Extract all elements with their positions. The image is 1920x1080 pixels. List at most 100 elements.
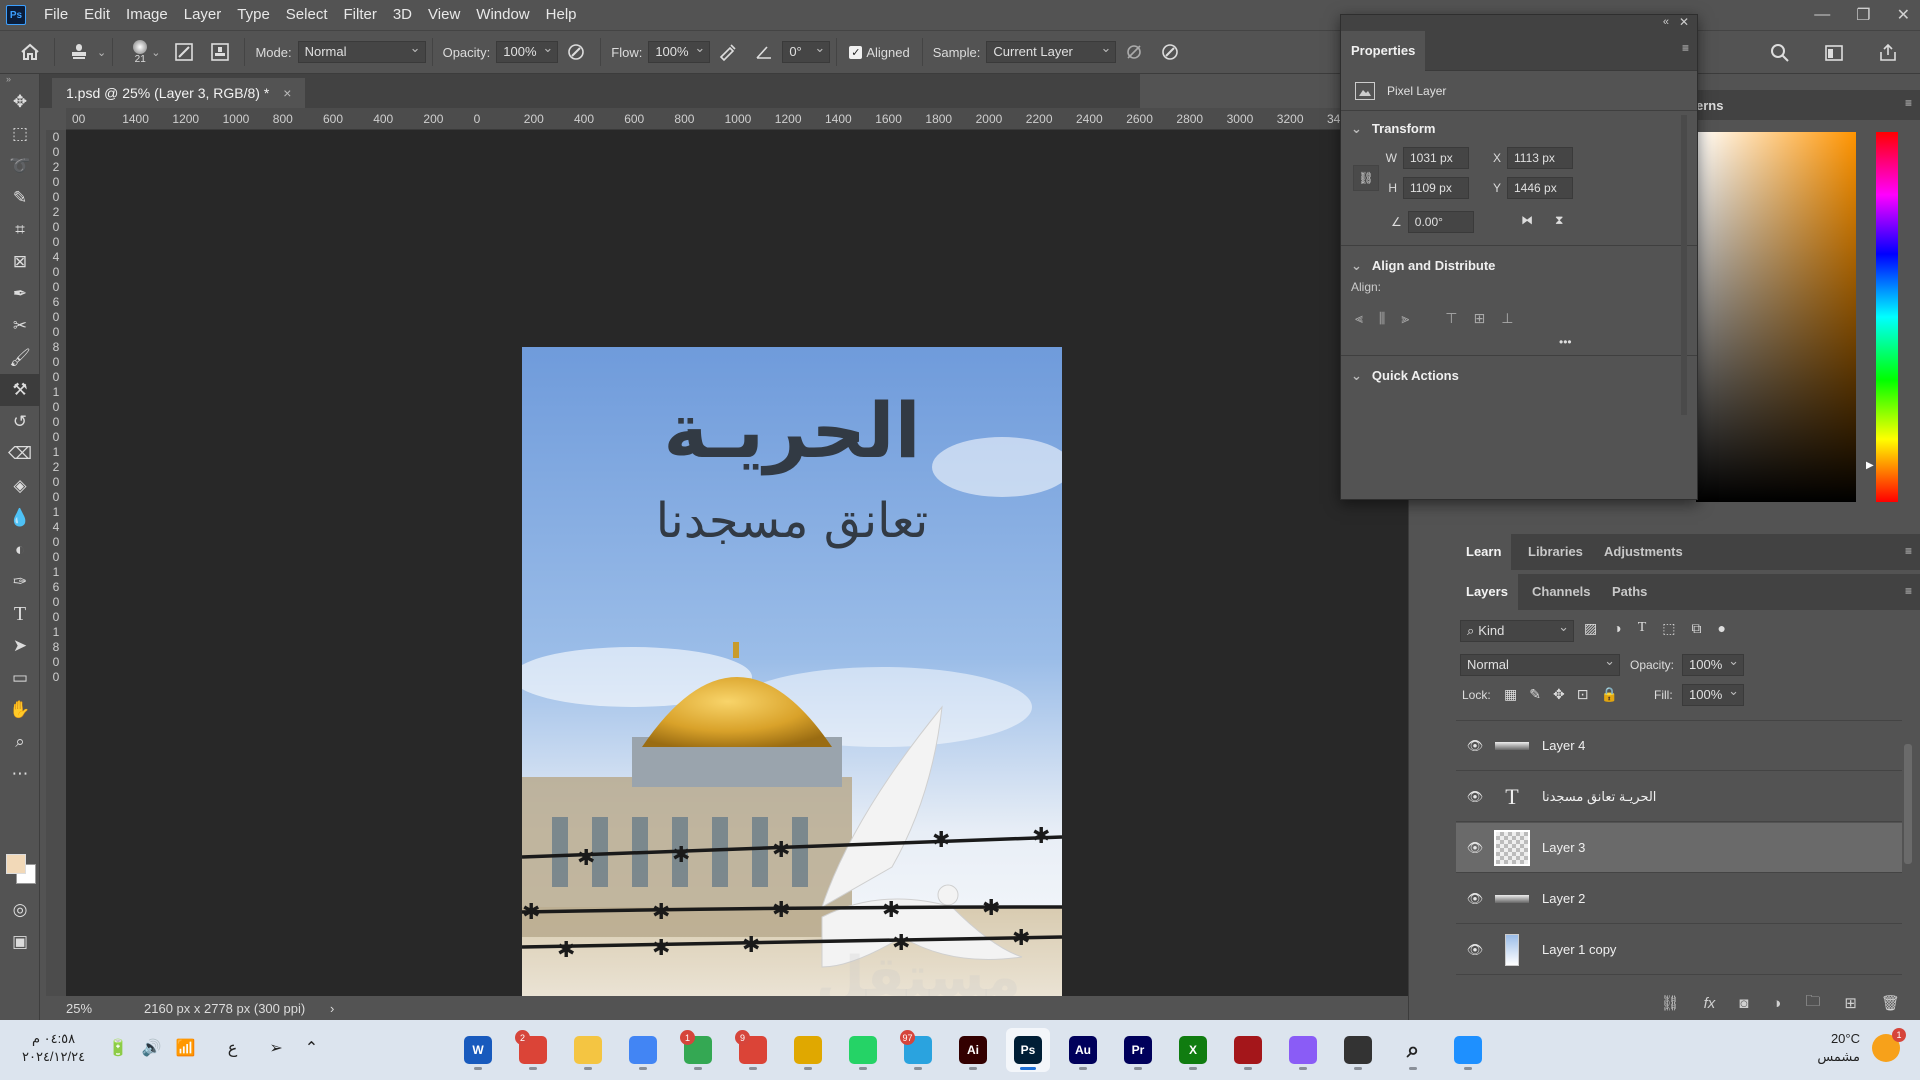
menu-edit[interactable]: Edit (76, 0, 118, 30)
clone-stamp-tool-icon[interactable]: ⚒ (0, 374, 40, 406)
filter-shape-icon[interactable]: ⬚ (1662, 620, 1675, 637)
panel-menu-icon[interactable]: ≡ (1905, 96, 1912, 110)
brush-chevron-icon[interactable]: ⌄ (151, 46, 160, 59)
tab-learn[interactable]: Learn (1456, 534, 1512, 570)
panel-menu-icon[interactable]: ≡ (1905, 544, 1912, 558)
blend-mode-select[interactable]: Normal (297, 38, 426, 63)
more-align-options[interactable]: ••• (1341, 327, 1697, 349)
tool-preset-chevron-icon[interactable]: ⌄ (97, 46, 106, 59)
new-layer-icon[interactable]: ⊞ (1844, 994, 1857, 1012)
opacity-input[interactable]: 100% (496, 38, 559, 63)
tab-paths[interactable]: Paths (1602, 574, 1657, 610)
visibility-eye-icon[interactable]: 👁 (1456, 738, 1494, 754)
share-icon[interactable] (1876, 41, 1900, 65)
taskbar-app-photoshop[interactable]: Ps (1006, 1028, 1050, 1072)
close-tab-icon[interactable]: × (283, 85, 291, 101)
menu-select[interactable]: Select (278, 0, 336, 30)
clock[interactable]: ٠٤:٥٨ م ٢٠٢٤/١٢/٢٤ (22, 1030, 85, 1066)
layer-blend-mode-select[interactable]: Normal (1460, 651, 1620, 676)
path-selection-tool-icon[interactable]: ➤ (0, 630, 40, 662)
menu-file[interactable]: File (36, 0, 76, 30)
flip-horizontal-icon[interactable]: ⧓ (1521, 213, 1533, 227)
show-hidden-icons-chevron-icon[interactable]: ⌃ (305, 1038, 318, 1058)
taskbar-app-xbox[interactable]: X (1171, 1028, 1215, 1072)
menu-view[interactable]: View (420, 0, 468, 30)
menu-image[interactable]: Image (118, 0, 176, 30)
hue-slider-handle-icon[interactable]: ▶ (1866, 460, 1874, 471)
location-icon[interactable]: ➢ (269, 1038, 282, 1058)
menu-3d[interactable]: 3D (385, 0, 420, 30)
taskbar-app-chrome-profile[interactable] (786, 1028, 830, 1072)
foreground-color-swatch[interactable] (6, 854, 26, 874)
brush-settings-icon[interactable] (172, 40, 196, 64)
taskbar-app-search[interactable]: ⌕ (1391, 1028, 1435, 1072)
taskbar-app-word[interactable]: W (456, 1028, 500, 1072)
angle-input[interactable]: 0° (782, 38, 831, 63)
lock-position-icon[interactable]: ✥ (1553, 686, 1565, 703)
filter-adjustment-icon[interactable]: ◑ (1613, 620, 1621, 637)
status-menu-chevron-icon[interactable]: › (330, 1001, 334, 1016)
move-tool-icon[interactable]: ✥ (0, 86, 40, 118)
sample-select[interactable]: Current Layer (986, 38, 1117, 63)
add-layer-style-icon[interactable]: fx (1704, 995, 1716, 1012)
lasso-tool-icon[interactable]: ➰ (0, 150, 40, 182)
layers-scrollbar[interactable] (1904, 724, 1914, 984)
tab-libraries[interactable]: Libraries (1518, 534, 1593, 570)
quick-mask-icon[interactable]: ◎ (0, 894, 40, 926)
pressure-size-icon[interactable] (1158, 40, 1182, 64)
align-center-h-icon[interactable]: ⫼ (1379, 310, 1385, 327)
crop-tool-icon[interactable]: ⌗ (0, 214, 40, 246)
visibility-eye-icon[interactable]: 👁 (1456, 789, 1494, 805)
canvas-area[interactable]: ✱ ✱ ✱ ✱ ✱ ✱ ✱ ✱ ✱ ✱ ✱ ✱ ✱ ✱ ✱ الحريـة تعانق مسجدنا م… (66, 130, 1408, 1041)
marquee-tool-icon[interactable]: ⬚ (0, 118, 40, 150)
filter-type-icon[interactable]: T (1638, 620, 1647, 637)
new-group-icon[interactable]: 🗀 (1805, 991, 1820, 1016)
pressure-opacity-icon[interactable] (564, 40, 588, 64)
history-brush-tool-icon[interactable]: ↺ (0, 406, 40, 438)
pen-tool-icon[interactable]: ✑ (0, 566, 40, 598)
collapse-panel-icon[interactable]: « (1663, 16, 1669, 28)
taskbar-app-illustrator[interactable]: Ai (951, 1028, 995, 1072)
new-adjustment-layer-icon[interactable]: ◑ (1772, 995, 1781, 1012)
menu-filter[interactable]: Filter (336, 0, 385, 30)
taskbar-app-premiere-pro[interactable]: Pr (1116, 1028, 1160, 1072)
filter-toggle-icon[interactable]: ● (1718, 620, 1726, 637)
dodge-tool-icon[interactable]: ◐ (0, 534, 40, 566)
volume-icon[interactable]: 🔊 (142, 1038, 162, 1058)
color-saturation-field[interactable] (1696, 132, 1856, 502)
lock-all-icon[interactable]: 🔒 (1600, 686, 1617, 703)
close-panel-icon[interactable]: ✕ (1679, 15, 1689, 29)
document-tab[interactable]: 1.psd @ 25% (Layer 3, RGB/8) * × (52, 78, 306, 108)
clone-source-icon[interactable] (208, 40, 232, 64)
flip-vertical-icon[interactable]: ⧗ (1555, 213, 1563, 228)
taskbar-app-app[interactable] (1226, 1028, 1270, 1072)
taskbar-app-task-view[interactable] (1336, 1028, 1380, 1072)
toolbar-collapse-icon[interactable]: » (0, 74, 39, 86)
menu-type[interactable]: Type (229, 0, 278, 30)
align-bottom-icon[interactable]: ⊥ (1501, 310, 1513, 327)
aligned-checkbox[interactable]: ✓ (849, 45, 863, 59)
photoshop-logo-icon[interactable]: Ps (6, 5, 26, 25)
filter-pixel-icon[interactable]: ▨ (1584, 620, 1597, 637)
panel-menu-icon[interactable]: ≡ (1682, 41, 1689, 55)
blur-tool-icon[interactable]: 💧 (0, 502, 40, 534)
rotation-input[interactable]: 0.00° (1407, 211, 1474, 233)
taskbar-app-telegram[interactable]: 97 (896, 1028, 940, 1072)
airbrush-icon[interactable] (716, 40, 740, 64)
height-input[interactable]: 1109 px (1403, 177, 1469, 199)
search-icon[interactable] (1768, 41, 1792, 65)
zoom-tool-icon[interactable]: ⌕ (0, 726, 40, 758)
quick-selection-tool-icon[interactable]: ✎ (0, 182, 40, 214)
flow-input[interactable]: 100% (648, 38, 711, 63)
visibility-eye-icon[interactable]: 👁 (1456, 891, 1494, 907)
layer-row[interactable]: 👁 T الحريـة تعانق مسجدنا (1456, 772, 1902, 822)
ignore-adjustment-layers-icon[interactable] (1122, 40, 1146, 64)
taskbar-app-start[interactable] (1446, 1028, 1490, 1072)
patterns-tab-partial[interactable]: erns (1696, 98, 1723, 113)
rectangle-tool-icon[interactable]: ▭ (0, 662, 40, 694)
lock-artboard-icon[interactable]: ⊡ (1577, 686, 1589, 703)
document-canvas[interactable]: ✱ ✱ ✱ ✱ ✱ ✱ ✱ ✱ ✱ ✱ ✱ ✱ ✱ ✱ ✱ الحريـة تعانق مسجدنا (522, 347, 1062, 1041)
align-right-icon[interactable]: ⫸ (1401, 310, 1409, 327)
menu-layer[interactable]: Layer (176, 0, 230, 30)
visibility-eye-icon[interactable]: 👁 (1456, 840, 1494, 856)
